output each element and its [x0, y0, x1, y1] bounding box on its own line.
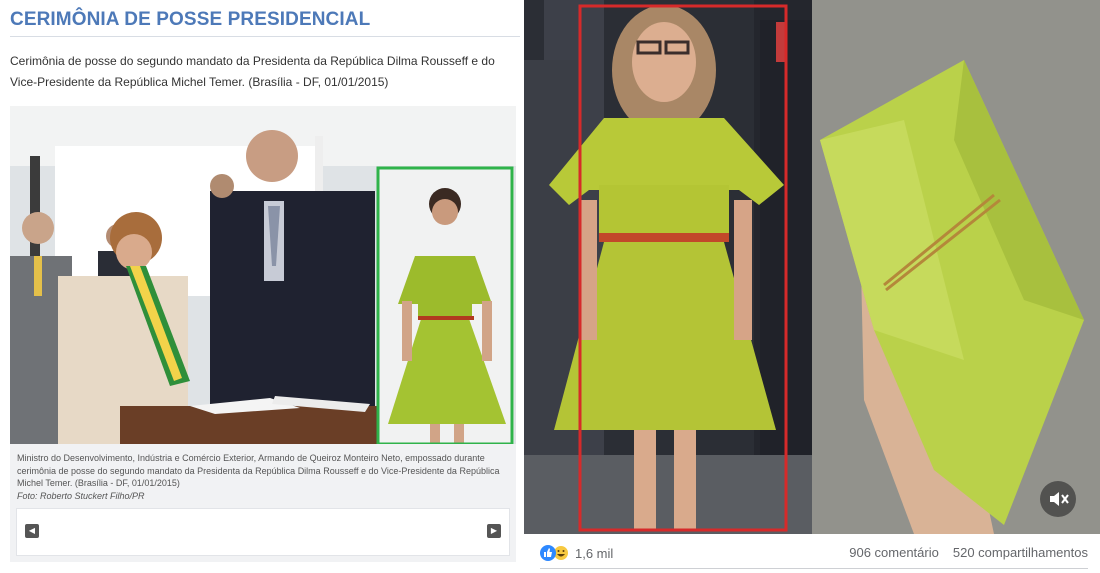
- reaction-count: 1,6 mil: [575, 545, 614, 561]
- photo-caption: Ministro do Desenvolvimento, Indústria e…: [17, 452, 511, 502]
- video-player[interactable]: [524, 0, 1100, 534]
- social-post-panel: 1,6 mil 906 comentário 520 compartilhame…: [524, 0, 1100, 573]
- article-photo[interactable]: [10, 106, 516, 444]
- like-icon: [540, 545, 556, 561]
- article-panel: CERIMÔNIA DE POSSE PRESIDENCIAL Cerimôni…: [0, 0, 525, 573]
- ceremony-photo: [10, 106, 516, 444]
- gallery-nav: ◀ ▶: [16, 508, 510, 556]
- article-title: CERIMÔNIA DE POSSE PRESIDENCIAL: [10, 9, 371, 30]
- article-description: Cerimônia de posse do segundo mandato da…: [10, 54, 495, 89]
- caption-area: Ministro do Desenvolvimento, Indústria e…: [10, 444, 516, 562]
- title-divider: [10, 36, 520, 37]
- post-stats: 906 comentário 520 compartilhamentos: [849, 545, 1088, 560]
- caption-text: Ministro do Desenvolvimento, Indústria e…: [17, 453, 500, 488]
- video-frame: [524, 0, 1100, 534]
- arrow-left-icon[interactable]: ◀: [25, 524, 39, 538]
- reactions-summary[interactable]: 1,6 mil: [540, 544, 613, 562]
- arrow-right-icon[interactable]: ▶: [487, 524, 501, 538]
- muted-speaker-icon[interactable]: [1040, 481, 1076, 517]
- photo-credit: Foto: Roberto Stuckert Filho/PR: [17, 490, 145, 501]
- comments-link[interactable]: 906 comentário: [849, 545, 939, 560]
- shares-link[interactable]: 520 compartilhamentos: [953, 545, 1088, 560]
- post-divider: [540, 568, 1088, 569]
